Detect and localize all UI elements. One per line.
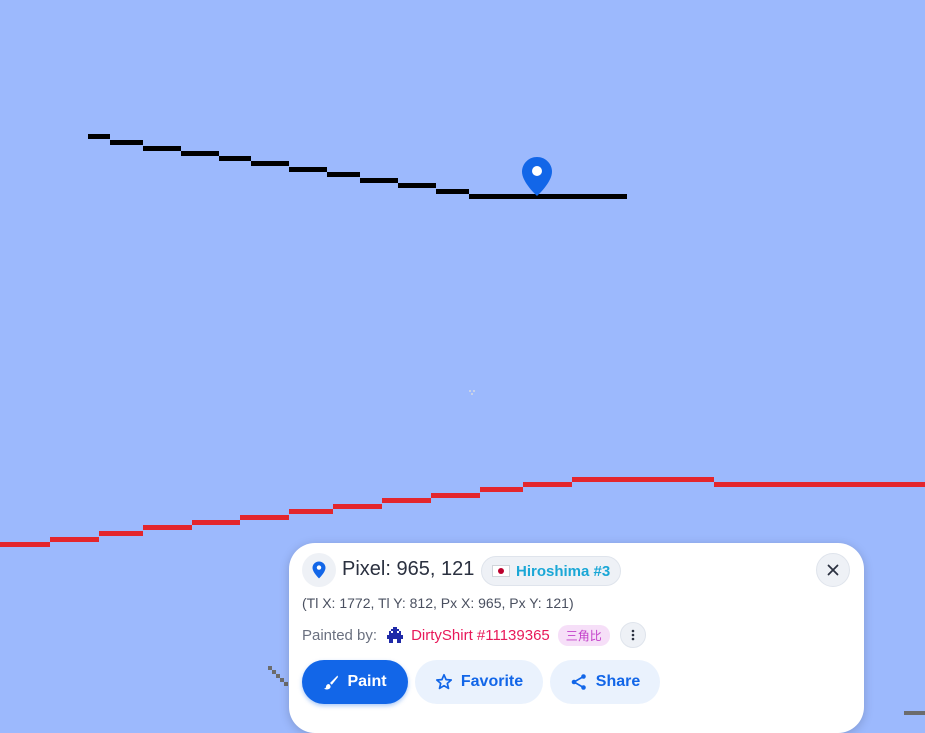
paint-button-label: Paint — [347, 673, 387, 690]
coordinates-detail: (Tl X: 1772, Tl Y: 812, Px X: 965, Px Y:… — [302, 595, 574, 611]
painted-by-row: Painted by: DirtyShirt #11139365 三角比 — [302, 622, 646, 648]
red-pixel-line — [0, 477, 925, 547]
painter-name[interactable]: DirtyShirt #11139365 — [411, 627, 550, 644]
favorite-button[interactable]: Favorite — [415, 660, 543, 704]
region-name: Hiroshima #3 — [516, 562, 611, 580]
paint-button[interactable]: Paint — [302, 660, 408, 704]
japan-flag-icon — [492, 565, 510, 577]
painter-avatar-icon — [387, 627, 404, 643]
share-button-label: Share — [595, 673, 641, 690]
pixel-info-panel: Pixel: 965, 121 Hiroshima #3 (Tl X: 1772… — [289, 543, 864, 733]
crosshair-icon — [469, 383, 475, 395]
location-pin-icon — [302, 553, 336, 587]
more-options-button[interactable] — [619, 622, 646, 648]
share-icon — [571, 674, 586, 690]
more-vertical-icon — [631, 629, 635, 641]
share-button[interactable]: Share — [550, 660, 660, 704]
close-icon — [827, 564, 839, 576]
favorite-button-label: Favorite — [460, 673, 524, 690]
region-chip[interactable]: Hiroshima #3 — [481, 556, 622, 586]
alliance-badge: 三角比 — [557, 624, 610, 646]
brush-icon — [324, 675, 339, 690]
star-icon — [435, 673, 452, 690]
pixel-title: Pixel: 965, 121 — [342, 558, 475, 580]
painted-by-label: Painted by: — [302, 626, 378, 644]
close-button[interactable] — [816, 553, 850, 587]
map-pin-icon[interactable] — [521, 156, 553, 198]
